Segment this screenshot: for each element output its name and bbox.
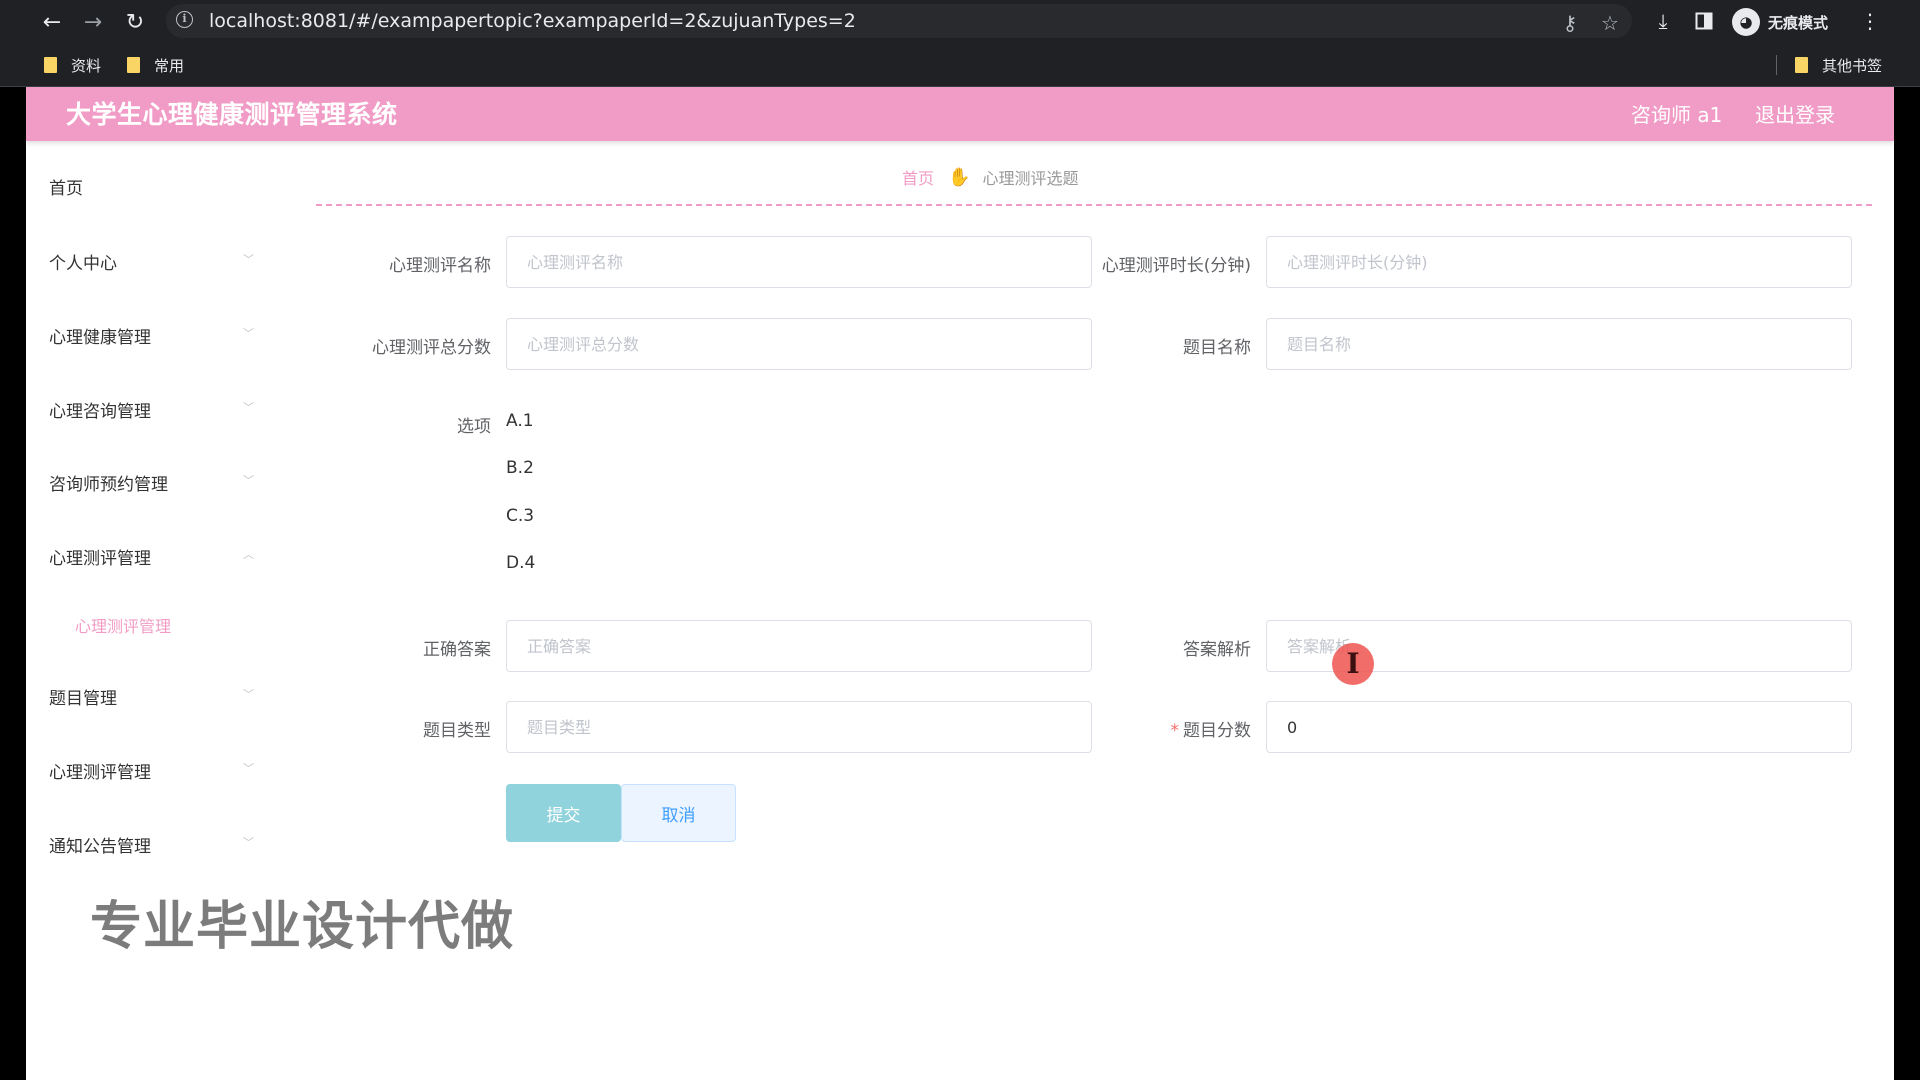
sidebar-subitem-assessment[interactable]: 心理测评管理 — [26, 604, 266, 644]
sidebar-item-consultation[interactable]: 心理咨询管理 ﹀ — [26, 388, 266, 428]
chevron-down-icon: ﹀ — [243, 688, 254, 701]
sidebar-item-label: 咨询师预约管理 — [49, 475, 168, 495]
sidebar-item-personal-center[interactable]: 个人中心 ﹀ — [26, 240, 266, 280]
sidebar-item-assessment-2[interactable]: 心理测评管理 ﹀ — [26, 749, 266, 789]
app-title: 大学生心理健康测评管理系统 — [66, 100, 398, 129]
analysis-label: 答案解析 — [1183, 640, 1251, 660]
reload-icon[interactable]: ↻ — [119, 6, 151, 38]
sidebar-item-appointments[interactable]: 咨询师预约管理 ﹀ — [26, 461, 266, 501]
sidebar-item-label: 心理测评管理 — [75, 617, 172, 636]
sidebar-item-label: 心理测评管理 — [49, 763, 151, 783]
sidebar-item-mental-health[interactable]: 心理健康管理 ﹀ — [26, 314, 266, 354]
chevron-up-icon: ︿ — [243, 548, 254, 561]
exam-duration-input[interactable] — [1266, 236, 1852, 288]
browser-toolbar: ← → ↻ i localhost:8081/#/exampapertopic?… — [0, 0, 1920, 43]
current-user[interactable]: 咨询师 a1 — [1631, 87, 1722, 143]
hand-pointer-icon: ✋ — [948, 166, 971, 188]
submit-button[interactable]: 提交 — [506, 784, 621, 842]
bookmark-label: 资料 — [71, 56, 102, 75]
text-cursor-icon: I — [1332, 643, 1374, 685]
option-b: B.2 — [506, 458, 534, 478]
chevron-down-icon: ﹀ — [243, 474, 254, 487]
incognito-profile[interactable]: ◕ 无痕模式 — [1732, 5, 1828, 39]
options-label: 选项 — [457, 417, 491, 437]
breadcrumb-divider — [316, 204, 1872, 206]
exam-name-label: 心理测评名称 — [389, 256, 491, 276]
back-icon[interactable]: ← — [36, 6, 68, 38]
sidebar-item-questions[interactable]: 题目管理 ﹀ — [26, 675, 266, 715]
sidebar-item-label: 个人中心 — [49, 254, 117, 274]
correct-answer-input[interactable] — [506, 620, 1092, 672]
watermark-text: 专业毕业设计代做 — [90, 897, 515, 957]
sidebar-item-label: 题目管理 — [49, 689, 117, 709]
exam-total-input[interactable] — [506, 318, 1092, 370]
logout-link[interactable]: 退出登录 — [1755, 87, 1835, 143]
question-score-label: * 题目分数 — [1021, 716, 1252, 741]
sidebar-item-label: 通知公告管理 — [49, 837, 151, 857]
side-panel-icon[interactable] — [1689, 6, 1719, 36]
option-d: D.4 — [506, 553, 536, 573]
forward-icon[interactable]: → — [77, 6, 109, 38]
breadcrumb-current: 心理测评选题 — [982, 169, 1079, 188]
sidebar-item-label: 心理测评管理 — [49, 549, 151, 569]
breadcrumb-home[interactable]: 首页 — [902, 165, 934, 189]
exam-duration-label: 心理测评时长(分钟) — [1101, 256, 1251, 276]
sidebar-item-label: 心理咨询管理 — [49, 402, 151, 422]
question-name-label: 题目名称 — [1183, 338, 1251, 358]
option-a: A.1 — [506, 411, 534, 431]
key-icon[interactable]: ⚷ — [1556, 9, 1584, 37]
folder-icon — [127, 57, 140, 73]
bookmark-folder-ziliao[interactable]: 资料 — [44, 53, 101, 77]
question-score-label-text: 题目分数 — [1183, 721, 1251, 741]
sidebar-item-home[interactable]: 首页 — [26, 165, 266, 205]
address-bar[interactable]: i localhost:8081/#/exampapertopic?exampa… — [166, 4, 1632, 38]
folder-icon — [1795, 57, 1808, 73]
more-menu-icon[interactable]: ⋮ — [1855, 6, 1885, 36]
app-header: 大学生心理健康测评管理系统 咨询师 a1 退出登录 — [26, 87, 1894, 141]
chevron-down-icon: ﹀ — [243, 253, 254, 266]
sidebar-item-notices[interactable]: 通知公告管理 ﹀ — [26, 823, 266, 863]
required-asterisk: * — [1170, 721, 1180, 741]
question-type-input[interactable] — [506, 701, 1092, 753]
option-c: C.3 — [506, 506, 535, 526]
bookmark-other[interactable]: 其他书签 — [1795, 53, 1882, 77]
incognito-label: 无痕模式 — [1768, 13, 1829, 32]
breadcrumb: 首页 ✋ 心理测评选题 — [902, 165, 1078, 189]
bookmark-label: 常用 — [154, 56, 185, 75]
sidebar-item-label: 首页 — [49, 179, 83, 199]
page-viewport: 大学生心理健康测评管理系统 咨询师 a1 退出登录 首页 个人中心 ﹀ 心理健康… — [26, 87, 1894, 1080]
question-score-input[interactable] — [1266, 701, 1852, 753]
cancel-button[interactable]: 取消 — [621, 784, 736, 842]
bookmark-folder-changyong[interactable]: 常用 — [127, 53, 184, 77]
sidebar-item-assessment[interactable]: 心理测评管理 ︿ — [26, 535, 266, 575]
bookmark-label: 其他书签 — [1822, 56, 1883, 75]
url-text[interactable]: localhost:8081/#/exampapertopic?exampape… — [209, 4, 856, 38]
question-type-label: 题目类型 — [423, 721, 491, 741]
question-name-input[interactable] — [1266, 318, 1852, 370]
folder-icon — [44, 57, 57, 73]
exam-total-label: 心理测评总分数 — [372, 338, 491, 358]
bookmarks-divider — [1776, 55, 1777, 75]
chevron-down-icon: ﹀ — [243, 762, 254, 775]
correct-answer-label: 正确答案 — [423, 640, 491, 660]
chevron-down-icon: ﹀ — [243, 836, 254, 849]
chevron-down-icon: ﹀ — [243, 327, 254, 340]
incognito-icon: ◕ — [1732, 8, 1760, 36]
sidebar-item-label: 心理健康管理 — [49, 328, 151, 348]
exam-name-input[interactable] — [506, 236, 1092, 288]
chevron-down-icon: ﹀ — [243, 401, 254, 414]
download-icon[interactable]: ⤓ — [1648, 6, 1678, 36]
bookmark-star-icon[interactable]: ☆ — [1596, 9, 1624, 37]
bookmarks-bar: 资料 常用 其他书签 — [0, 43, 1920, 87]
site-info-icon[interactable]: i — [176, 11, 193, 28]
